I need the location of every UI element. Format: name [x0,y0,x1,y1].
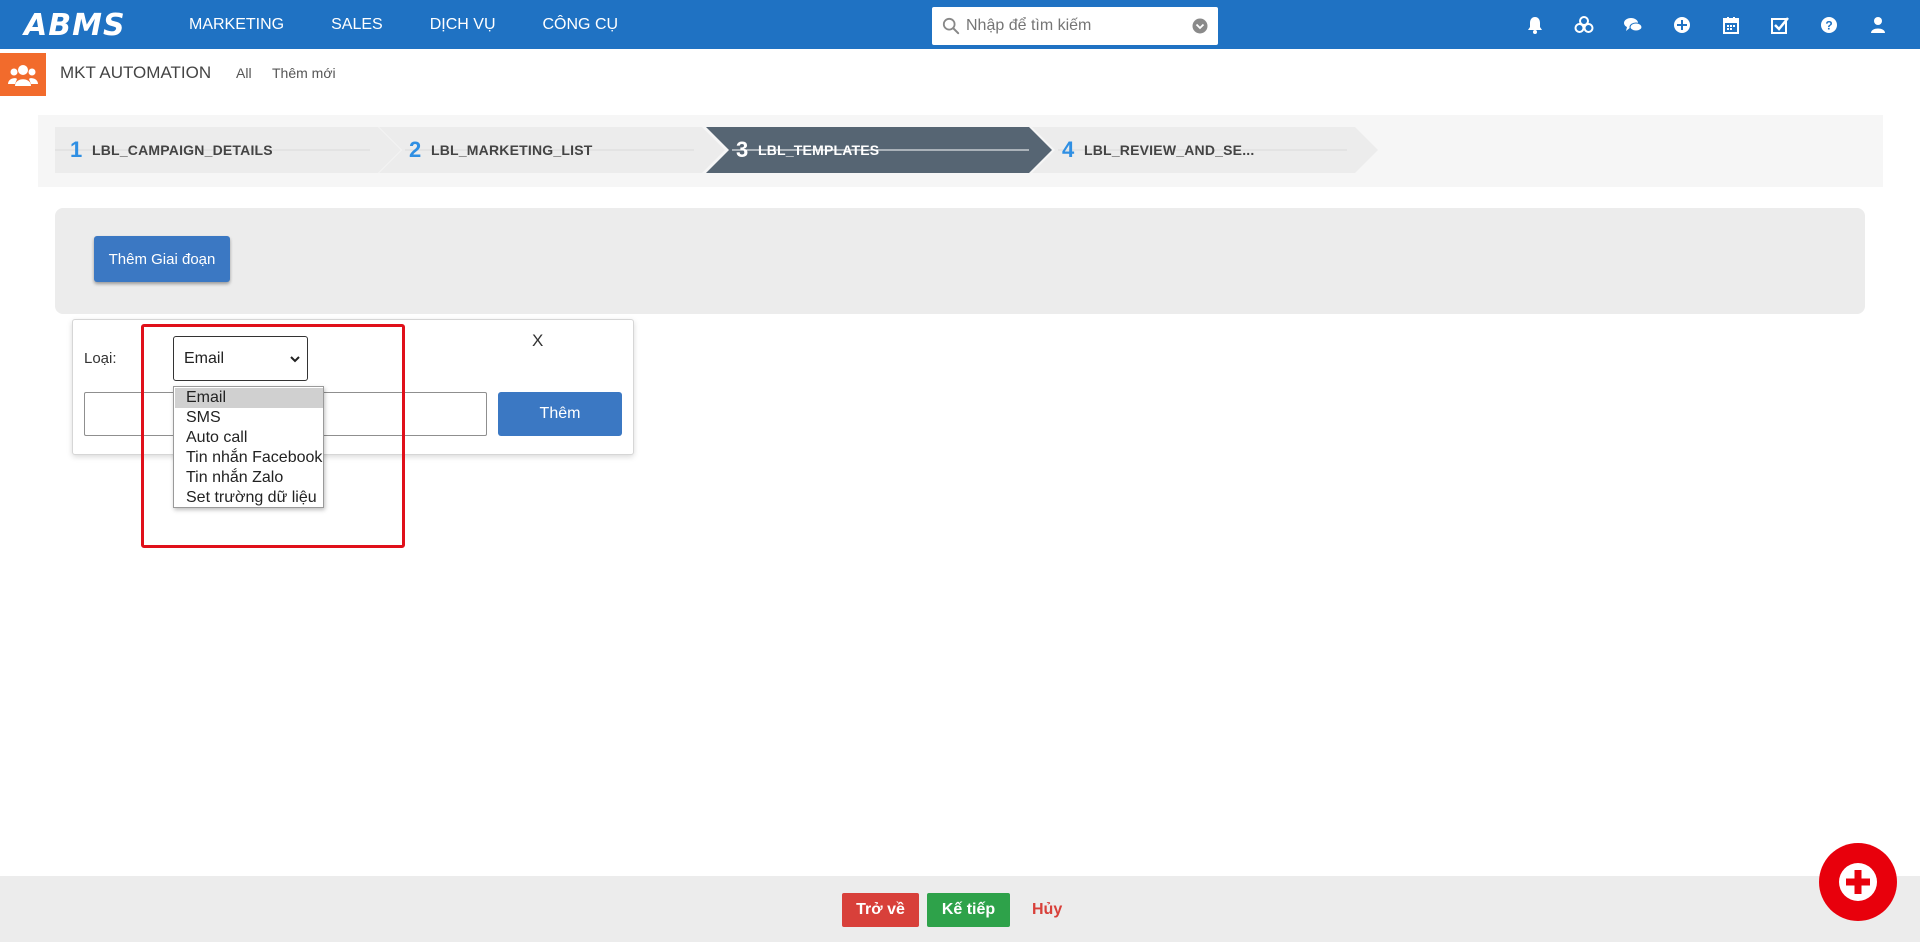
wizard-step-review-and-send[interactable]: 4 LBL_REVIEW_AND_SE... [1032,127,1378,173]
back-button[interactable]: Trở về [842,893,919,927]
plus-circle-icon[interactable] [1671,14,1693,36]
top-navbar: ABMS MARKETING SALES DỊCH VỤ CÔNG CỤ ? [0,0,1920,49]
nav-item-tools[interactable]: CÔNG CỤ [543,0,619,49]
module-title: MKT AUTOMATION [60,63,212,82]
search-input[interactable] [966,11,1186,41]
chat-icon[interactable] [1622,14,1644,36]
floating-add-button[interactable] [1819,843,1897,921]
next-button[interactable]: Kế tiếp [927,893,1010,927]
step-number: 2 [409,137,422,162]
nav-item-services[interactable]: DỊCH VỤ [430,0,496,49]
user-icon[interactable] [1867,14,1889,36]
nav-item-marketing[interactable]: MARKETING [189,0,284,49]
main-nav: MARKETING SALES DỊCH VỤ CÔNG CỤ [189,0,665,49]
step-number: 4 [1062,137,1075,162]
help-icon[interactable]: ? [1818,14,1840,36]
wizard-step-marketing-list[interactable]: 2 LBL_MARKETING_LIST [379,127,725,173]
wizard-step-templates[interactable]: 3 LBL_TEMPLATES [706,127,1052,173]
global-search [932,7,1218,45]
bell-icon[interactable] [1524,14,1546,36]
search-icon [942,17,960,35]
users-group-icon [8,64,38,86]
stage-panel [55,208,1865,314]
wizard-step-campaign-details[interactable]: 1 LBL_CAMPAIGN_DETAILS [55,127,401,173]
step-label: LBL_CAMPAIGN_DETAILS [92,142,273,158]
cubes-icon[interactable] [1573,14,1595,36]
calendar-icon[interactable] [1720,14,1742,36]
nav-item-sales[interactable]: SALES [331,0,383,49]
checkbox-icon[interactable] [1769,14,1791,36]
link-all[interactable]: All [236,64,252,82]
brand-logo[interactable]: ABMS [24,11,126,41]
close-popup-button[interactable]: X [532,331,543,351]
add-stage-button[interactable]: Thêm Giai đoạn [94,236,230,282]
step-number: 3 [736,137,749,162]
type-label: Loại: [84,350,117,367]
top-icon-bar: ? [1524,0,1916,49]
wizard-steps: 1 LBL_CAMPAIGN_DETAILS 2 LBL_MARKETING_L… [55,127,1395,173]
cancel-link[interactable]: Hủy [1032,900,1062,920]
module-badge [0,53,46,96]
highlight-box [141,324,405,548]
chevron-down-circle-icon[interactable] [1192,18,1208,34]
step-label: LBL_REVIEW_AND_SE... [1084,142,1255,158]
plus-circle-icon [1839,863,1877,901]
step-label: LBL_MARKETING_LIST [431,142,593,158]
add-button[interactable]: Thêm [498,392,622,436]
svg-text:?: ? [1825,18,1832,32]
step-number: 1 [70,137,83,162]
link-add-new[interactable]: Thêm mới [272,64,336,82]
step-label: LBL_TEMPLATES [758,142,880,158]
